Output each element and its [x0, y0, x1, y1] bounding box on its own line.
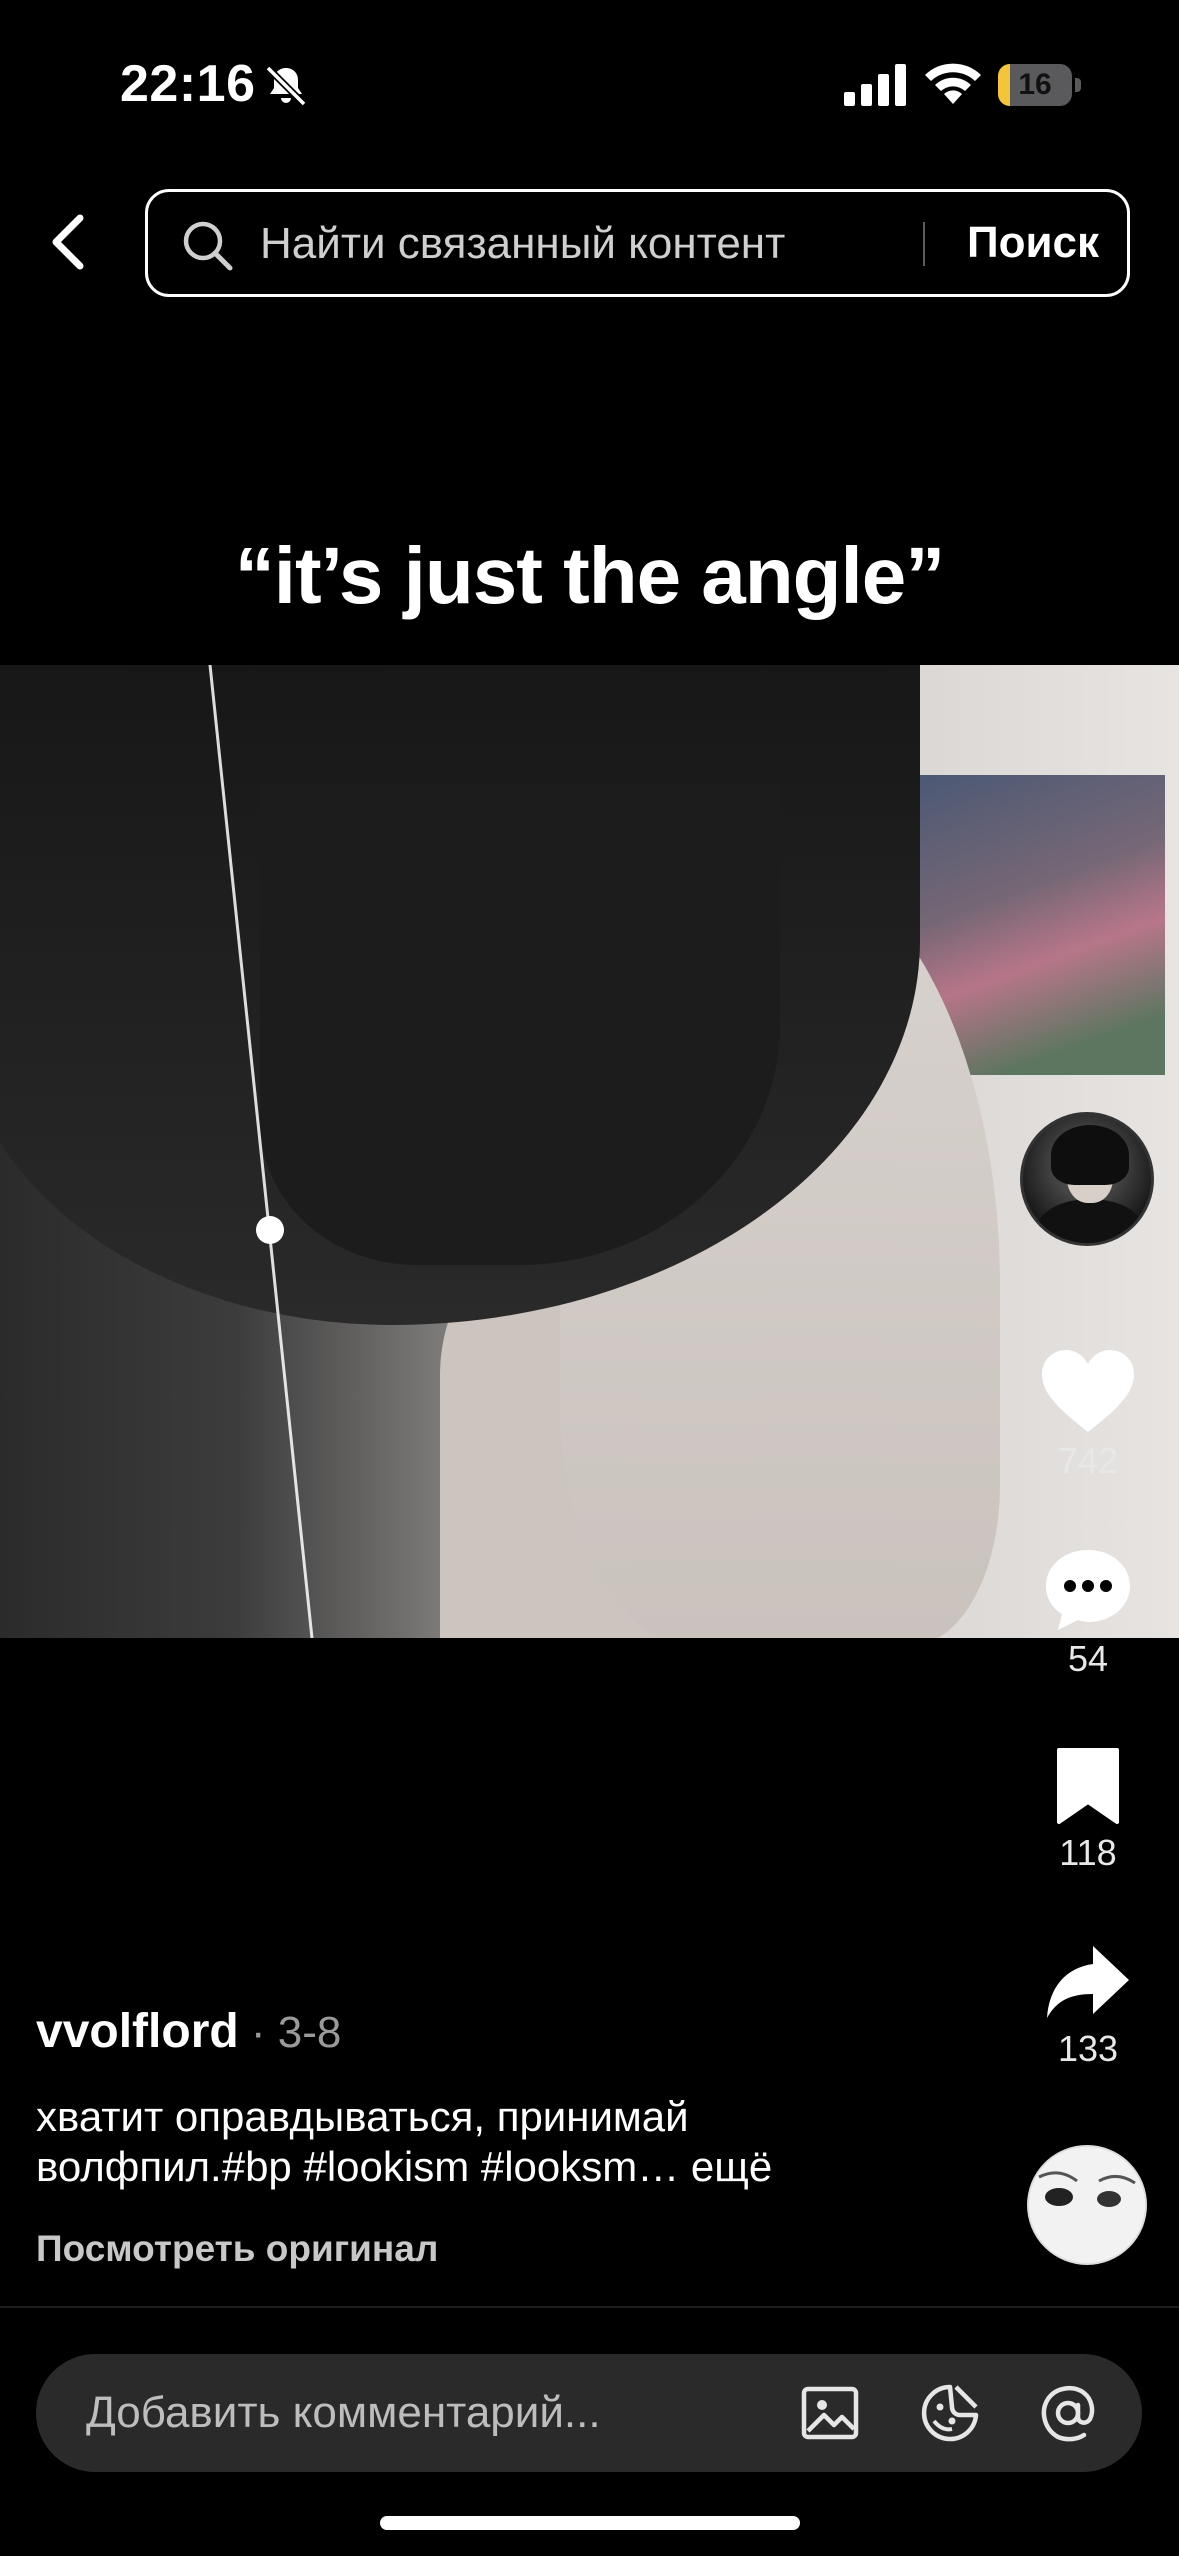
search-button[interactable]: Поиск	[948, 210, 1118, 276]
share-count: 133	[1057, 2028, 1119, 2069]
divider	[0, 2306, 1179, 2308]
post-date: 3-8	[277, 2008, 342, 2057]
battery-icon: 16	[998, 64, 1082, 106]
battery-tip	[1075, 78, 1081, 92]
comment-bar	[36, 2354, 1142, 2472]
video-post-screen: 22:16 16 Найти связанный контент Поиск “…	[0, 0, 1179, 2556]
search-icon	[183, 221, 233, 271]
bell-slash-icon	[265, 65, 307, 107]
battery-body: 16	[998, 64, 1072, 106]
sound-disc[interactable]	[1027, 2145, 1147, 2265]
battery-level: 16	[1018, 68, 1052, 101]
share-button[interactable]: 133	[1028, 1942, 1148, 2070]
search-divider	[923, 222, 925, 266]
description-text: хватит оправдываться, принимай волфпил.#…	[36, 2093, 689, 2190]
heart-icon	[1042, 1350, 1134, 1432]
comment-count: 54	[1067, 1638, 1109, 1679]
chevron-left-icon	[52, 214, 84, 270]
video-caption-text: “it’s just the angle”	[234, 531, 945, 620]
author-line: vvolflord · 3-8	[36, 2004, 341, 2059]
wifi-icon	[925, 63, 981, 104]
sound-cover-image	[1029, 2147, 1145, 2263]
comment-button[interactable]: 54	[1028, 1546, 1148, 1680]
image-icon[interactable]	[800, 2383, 860, 2443]
save-count: 118	[1059, 1832, 1117, 1873]
mention-icon[interactable]	[1038, 2383, 1098, 2443]
guide-line-overlay	[208, 665, 314, 1638]
cellular-signal-icon	[844, 64, 906, 106]
bookmark-icon	[1057, 1748, 1119, 1824]
status-bar: 22:16 16	[0, 0, 1179, 170]
home-indicator[interactable]	[380, 2516, 800, 2530]
more-link[interactable]: … ещё	[637, 2143, 772, 2190]
post-description: хватит оправдываться, принимай волфпил.#…	[36, 2092, 916, 2192]
like-count: 742	[1057, 1440, 1119, 1481]
search-bar[interactable]: Поиск	[145, 189, 1130, 297]
comment-bubble-icon	[1046, 1550, 1130, 1630]
like-button[interactable]: 742	[1028, 1348, 1148, 1482]
creator-avatar[interactable]	[1020, 1112, 1154, 1246]
status-time: 22:16	[120, 55, 256, 113]
view-original-link[interactable]: Посмотреть оригинал	[36, 2228, 438, 2270]
sticker-icon[interactable]	[920, 2383, 980, 2443]
comment-input[interactable]	[86, 2380, 786, 2446]
video-player[interactable]	[0, 665, 1179, 1638]
date-separator: ·	[238, 2008, 278, 2057]
share-arrow-icon	[1047, 1946, 1129, 2018]
back-button[interactable]	[36, 206, 100, 278]
save-button[interactable]: 118	[1028, 1746, 1148, 1874]
author-name[interactable]: vvolflord	[36, 2005, 239, 2058]
